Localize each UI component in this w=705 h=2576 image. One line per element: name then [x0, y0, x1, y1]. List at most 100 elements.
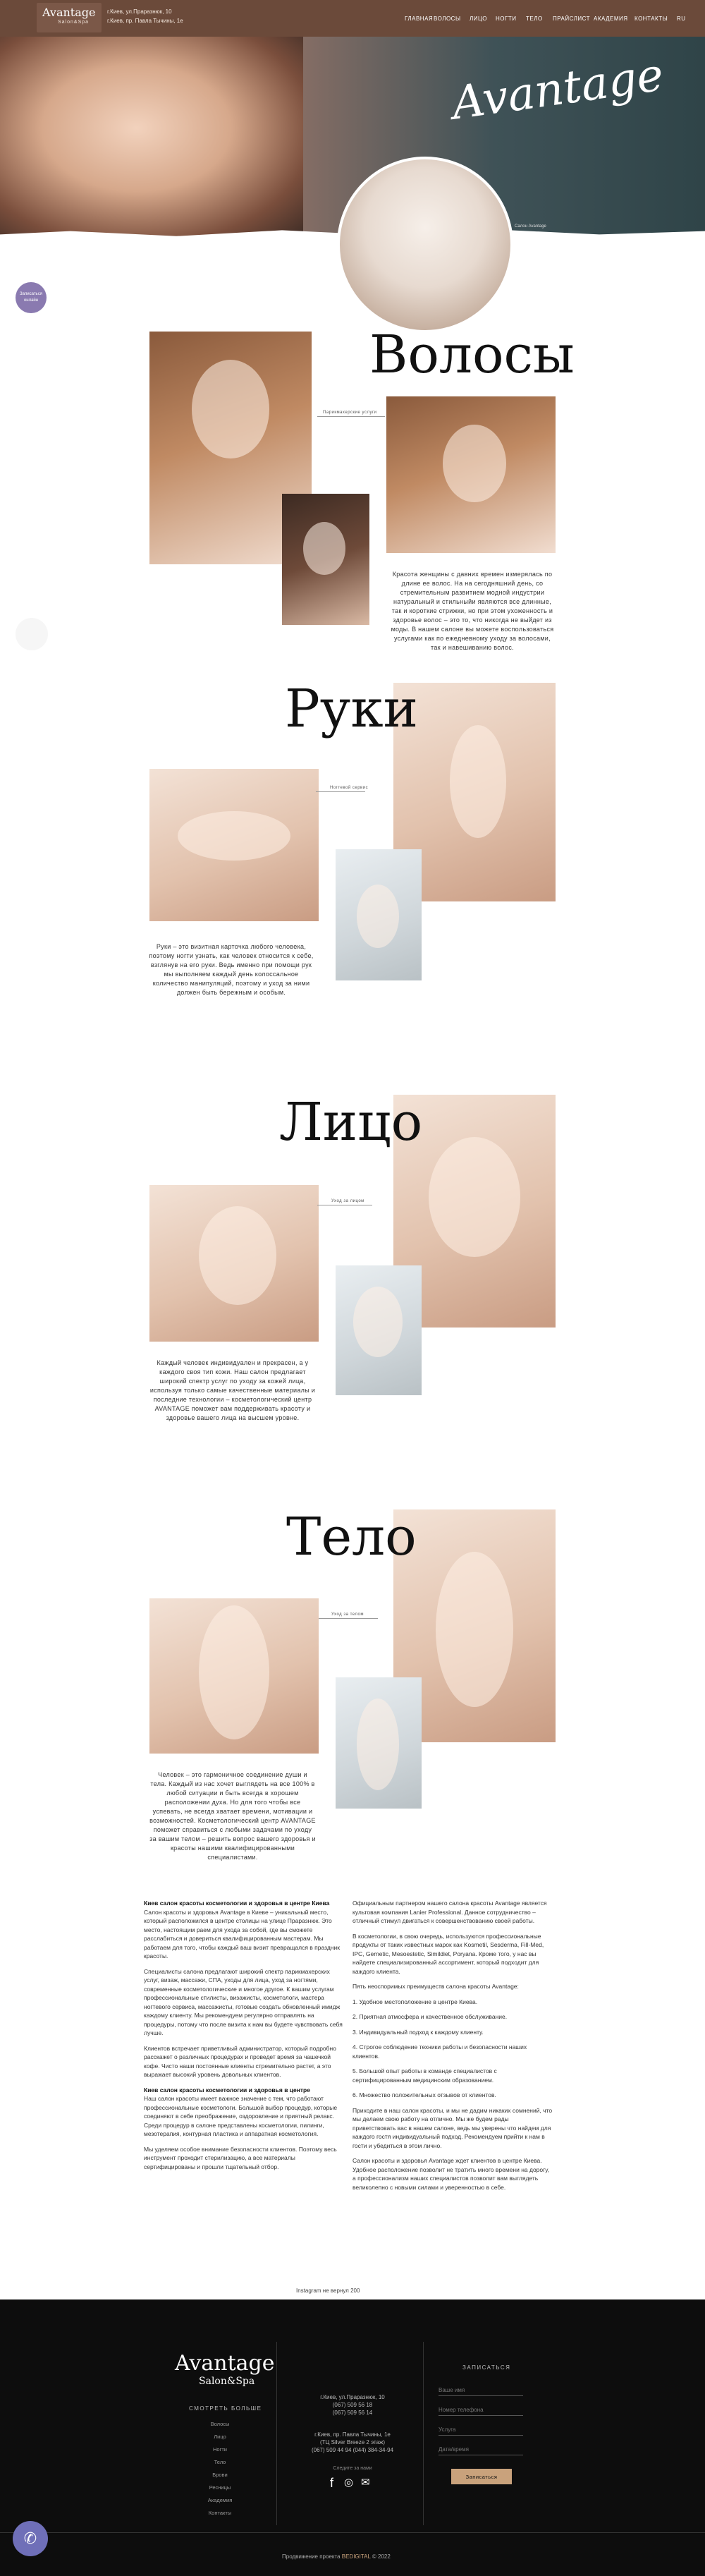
footer-phone-3[interactable]: (067) 509 44 94 (044) 384-34-94 [289, 2447, 416, 2453]
article-right-p6: 3. Индивидуальный подход к каждому клиен… [352, 2028, 484, 2036]
nav-home[interactable]: Главная [405, 16, 433, 22]
footer-social-heading: Следите за нами [333, 2466, 372, 2471]
nav-body[interactable]: Тело [526, 16, 543, 22]
footer-link-nails[interactable]: Ногти [178, 2446, 262, 2453]
booking-name-input[interactable] [439, 2384, 523, 2396]
article-left-p3: Клиентов встречает приветливый администр… [144, 2044, 343, 2079]
article-right: Официальным партнером нашего салона крас… [352, 1899, 553, 2198]
footer-link-contacts[interactable]: Контакты [178, 2510, 262, 2516]
footer-address-2[interactable]: г.Киев, пр. Павла Тычины, 1е [296, 2431, 409, 2438]
article-left-p2: Специалисты салона предлагают широкий сп… [144, 1967, 343, 2038]
body-image-3 [336, 1677, 422, 1809]
footer-divider [0, 2532, 705, 2533]
logo-title[interactable]: Avantage [42, 6, 95, 19]
footer-services-heading: Смотреть больше [189, 2405, 262, 2412]
footer-col-divider-1 [276, 2342, 277, 2525]
section-title-face: Лицо [279, 1092, 423, 1153]
nav-nails[interactable]: Ногти [496, 16, 516, 22]
article-right-p9: 6. Множество положительных отзывов от кл… [352, 2091, 496, 2098]
article-left-p4-text: Наш салон красоты имеет важное значение … [144, 2095, 338, 2137]
footer [0, 2299, 705, 2576]
article-right-p10: Приходите в наш салон красоты, и мы не д… [352, 2106, 553, 2149]
article-left-p4-heading: Киев салон красоты косметологии и здоров… [144, 2086, 310, 2094]
hands-tag: Ногтевой сервис [330, 786, 369, 790]
footer-address-1[interactable]: г.Киев, ул.Праразнюк, 10 [296, 2394, 409, 2400]
footer-link-academy[interactable]: Академия [178, 2497, 262, 2503]
hero-image [0, 37, 303, 240]
header-address-2[interactable]: г.Киев, пр. Павла Тычины, 1е [107, 18, 183, 24]
article-right-p1: Официальным партнером нашего салона крас… [352, 1900, 547, 1924]
footer-brand-sub: Salon&Spa [199, 2376, 255, 2387]
face-tag: Уход за лицом [331, 1199, 364, 1203]
phone-icon[interactable]: ✆ [13, 2521, 48, 2556]
section-title-hands: Руки [285, 679, 418, 739]
instagram-feed-message: Instagram не вернул 200 [296, 2288, 360, 2294]
article-right-p2: В косметологии, в свою очередь, использу… [352, 1932, 544, 1975]
nav-face[interactable]: Лицо [470, 16, 487, 22]
hair-tag: Парикмахерские услуги [323, 411, 377, 415]
facebook-icon[interactable]: f [330, 2476, 333, 2491]
article-left-p4: Киев салон красоты косметологии и здоров… [144, 2086, 343, 2139]
nav-contacts[interactable]: Контакты [634, 16, 668, 22]
mail-icon[interactable]: ✉ [361, 2476, 370, 2489]
footer-link-lashes[interactable]: Ресницы [178, 2484, 262, 2491]
nav-pricelist[interactable]: Прайслист [553, 16, 590, 22]
article-right-p4: 1. Удобное местоположение в центре Киева… [352, 1998, 478, 2005]
article-left-p3-text: Клиентов встречает приветливый администр… [144, 2044, 336, 2079]
article-right-p8: 5. Большой опыт работы в команде специал… [352, 2067, 497, 2084]
section-title-body: Тело [286, 1507, 417, 1567]
article-left-p1-heading: Киев салон красоты косметологии и здоров… [144, 1900, 330, 1907]
footer-link-hair[interactable]: Волосы [178, 2421, 262, 2427]
body-text: Человек – это гармоничное соединение душ… [149, 1771, 316, 1861]
copyright-year: © 2022 [372, 2553, 391, 2560]
footer-col-divider-2 [423, 2342, 424, 2525]
hero-circle-image [337, 157, 513, 333]
footer-brand[interactable]: Avantage [175, 2351, 275, 2376]
article-left: Киев салон красоты косметологии и здоров… [144, 1899, 343, 2177]
article-left-p5-text: Мы уделяем особое внимание безопасности … [144, 2145, 337, 2170]
hands-tag-line [316, 791, 365, 792]
article-right-p11: Салон красоты и здоровья Avantage ждет к… [352, 2157, 550, 2191]
article-left-p5: Мы уделяем особое внимание безопасности … [144, 2145, 343, 2172]
footer-phone-2[interactable]: (067) 509 56 14 [296, 2410, 409, 2416]
face-text: Каждый человек индивидуален и прекрасен,… [149, 1359, 316, 1421]
scroll-indicator[interactable] [16, 618, 48, 650]
hands-text: Руки – это визитная карточка любого чело… [149, 943, 314, 996]
article-right-p3: Пять неоспоримых преимуществ салона крас… [352, 1983, 519, 1990]
article-left-p2-text: Специалисты салона предлагают широкий сп… [144, 1967, 343, 2037]
face-image-3 [336, 1265, 422, 1395]
body-image-2 [149, 1598, 319, 1754]
nav-academy[interactable]: Академия [594, 16, 628, 22]
body-tag-line [319, 1618, 378, 1619]
footer-link-brows[interactable]: Брови [178, 2472, 262, 2478]
article-right-p7: 4. Строгое соблюдение техники работы и б… [352, 2043, 527, 2060]
online-booking-badge[interactable]: Записаться онлайн [16, 282, 47, 313]
booking-phone-input[interactable] [439, 2404, 523, 2416]
nav-hair[interactable]: Волосы [434, 16, 461, 22]
article-left-p1-text: Салон красоты и здоровья Avantage в Киев… [144, 1908, 340, 1960]
copyright-link[interactable]: BEDIGITAL [342, 2553, 371, 2560]
nav-language[interactable]: RU [677, 16, 686, 22]
footer-copyright: Продвижение проекта BEDIGITAL © 2022 [282, 2553, 391, 2560]
footer-address-2-note: (ТЦ Silver Breeze 2 этаж) [319, 2439, 386, 2446]
footer-link-body[interactable]: Тело [178, 2459, 262, 2465]
booking-service-input[interactable] [439, 2424, 523, 2436]
header-address-1[interactable]: г.Киев, ул.Праразнюк, 10 [107, 8, 172, 15]
hair-text: Красота женщины с давних времен измеряла… [391, 571, 554, 651]
hands-image-3 [336, 849, 422, 980]
copyright-prefix: Продвижение проекта [282, 2553, 341, 2560]
booking-submit-button[interactable]: Записаться [451, 2469, 512, 2484]
article-left-p1: Киев салон красоты косметологии и здоров… [144, 1899, 343, 1961]
body-tag: Уход за телом [331, 1612, 364, 1617]
article-right-p5: 2. Приятная атмосфера и качественное обс… [352, 2013, 508, 2020]
footer-phone-1[interactable]: (067) 509 56 18 [296, 2402, 409, 2408]
hair-image-3 [386, 396, 556, 553]
footer-link-face[interactable]: Лицо [178, 2434, 262, 2440]
booking-datetime-input[interactable] [439, 2443, 523, 2455]
hands-image-2 [149, 769, 319, 921]
face-image-2 [149, 1185, 319, 1342]
booking-form-heading: Записаться [462, 2364, 511, 2371]
hero-caption: Салон Avantage [515, 224, 546, 229]
instagram-icon[interactable]: ◎ [344, 2476, 353, 2489]
hair-image-2 [282, 494, 369, 625]
